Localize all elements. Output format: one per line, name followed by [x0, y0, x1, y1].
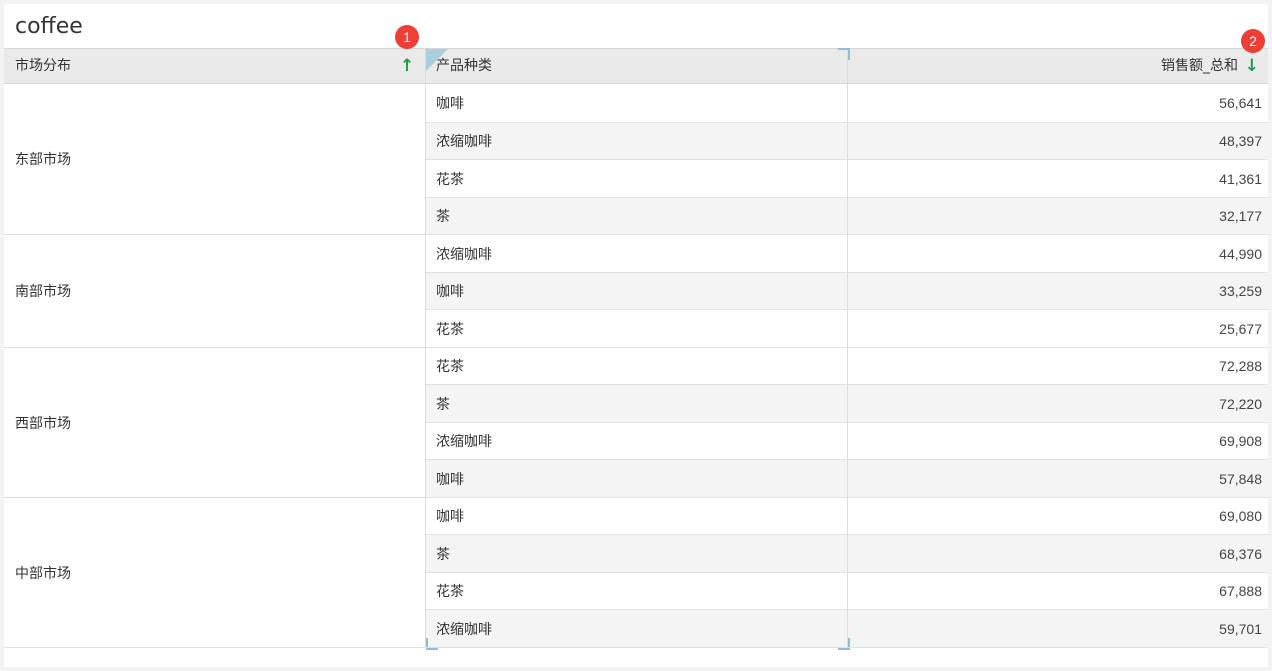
header-market-label: 市场分布 — [15, 58, 71, 74]
product-cell[interactable]: 咖啡 — [426, 273, 848, 309]
sales-cell[interactable]: 67,888 — [848, 573, 1268, 609]
sales-cell[interactable]: 44,990 — [848, 235, 1268, 272]
table-row[interactable]: 咖啡 57,848 — [426, 460, 1268, 498]
table-row[interactable]: 花茶 25,677 — [426, 310, 1268, 348]
table-bottom-border — [4, 647, 1268, 648]
product-cell[interactable]: 茶 — [426, 535, 848, 572]
table-row[interactable]: 浓缩咖啡 48,397 — [426, 123, 1268, 160]
product-cell[interactable]: 花茶 — [426, 310, 848, 347]
product-cell[interactable]: 浓缩咖啡 — [426, 235, 848, 272]
sales-cell[interactable]: 25,677 — [848, 310, 1268, 347]
table-row[interactable]: 花茶 72,288 — [426, 348, 1268, 385]
sales-cell[interactable]: 57,848 — [848, 460, 1268, 497]
annotation-badge-1: 1 — [395, 25, 419, 49]
sales-cell[interactable]: 32,177 — [848, 198, 1268, 234]
table-row[interactable]: 咖啡 33,259 — [426, 273, 1268, 310]
product-cell[interactable]: 浓缩咖啡 — [426, 610, 848, 647]
header-market[interactable]: 市场分布 ↑ — [4, 48, 426, 84]
product-cell[interactable]: 浓缩咖啡 — [426, 423, 848, 459]
sales-cell[interactable]: 69,080 — [848, 498, 1268, 534]
market-group-cell[interactable]: 东部市场 — [4, 84, 426, 235]
table-row[interactable]: 咖啡 69,080 — [426, 498, 1268, 535]
header-sales[interactable]: 销售额_总和 ↓ — [848, 48, 1268, 84]
corner-triangle-icon — [426, 49, 448, 71]
market-group-cell[interactable]: 中部市场 — [4, 498, 426, 648]
sort-ascending-icon[interactable]: ↑ — [400, 49, 414, 83]
product-cell[interactable]: 咖啡 — [426, 498, 848, 534]
table-row[interactable]: 浓缩咖啡 69,908 — [426, 423, 1268, 460]
table-title: coffee — [15, 14, 83, 39]
market-group-cell[interactable]: 南部市场 — [4, 235, 426, 348]
sales-cell[interactable]: 48,397 — [848, 123, 1268, 159]
sales-cell[interactable]: 69,908 — [848, 423, 1268, 459]
header-sales-label: 销售额_总和 — [1161, 58, 1238, 74]
header-product[interactable]: 产品种类 — [426, 48, 848, 84]
table-row[interactable]: 茶 72,220 — [426, 385, 1268, 423]
product-cell[interactable]: 花茶 — [426, 160, 848, 197]
table-row[interactable]: 花茶 67,888 — [426, 573, 1268, 610]
sales-cell[interactable]: 59,701 — [848, 610, 1268, 647]
sales-cell[interactable]: 41,361 — [848, 160, 1268, 197]
product-cell[interactable]: 茶 — [426, 385, 848, 422]
selection-corner-top-right — [838, 48, 850, 60]
sales-cell[interactable]: 72,220 — [848, 385, 1268, 422]
product-cell[interactable]: 咖啡 — [426, 460, 848, 497]
table-row[interactable]: 花茶 41,361 — [426, 160, 1268, 198]
product-cell[interactable]: 花茶 — [426, 348, 848, 384]
product-cell[interactable]: 花茶 — [426, 573, 848, 609]
sales-cell[interactable]: 56,641 — [848, 84, 1268, 122]
product-cell[interactable]: 咖啡 — [426, 84, 848, 122]
product-cell[interactable]: 茶 — [426, 198, 848, 234]
pivot-table-panel: coffee 市场分布 ↑ 产品种类 销售额_总和 ↓ 1 2 东部市场 咖啡 56… — [4, 4, 1268, 667]
table-row[interactable]: 茶 68,376 — [426, 535, 1268, 573]
selection-corner-bottom-right — [838, 638, 850, 650]
table-row[interactable]: 茶 32,177 — [426, 198, 1268, 235]
product-cell[interactable]: 浓缩咖啡 — [426, 123, 848, 159]
sales-cell[interactable]: 68,376 — [848, 535, 1268, 572]
table-row[interactable]: 咖啡 56,641 — [426, 84, 1268, 123]
sales-cell[interactable]: 72,288 — [848, 348, 1268, 384]
annotation-badge-2: 2 — [1241, 29, 1265, 53]
sort-descending-icon[interactable]: ↓ — [1245, 49, 1259, 83]
sales-cell[interactable]: 33,259 — [848, 273, 1268, 309]
selection-corner-bottom-left — [426, 638, 438, 650]
market-group-cell[interactable]: 西部市场 — [4, 348, 426, 498]
table-row[interactable]: 浓缩咖啡 44,990 — [426, 235, 1268, 273]
